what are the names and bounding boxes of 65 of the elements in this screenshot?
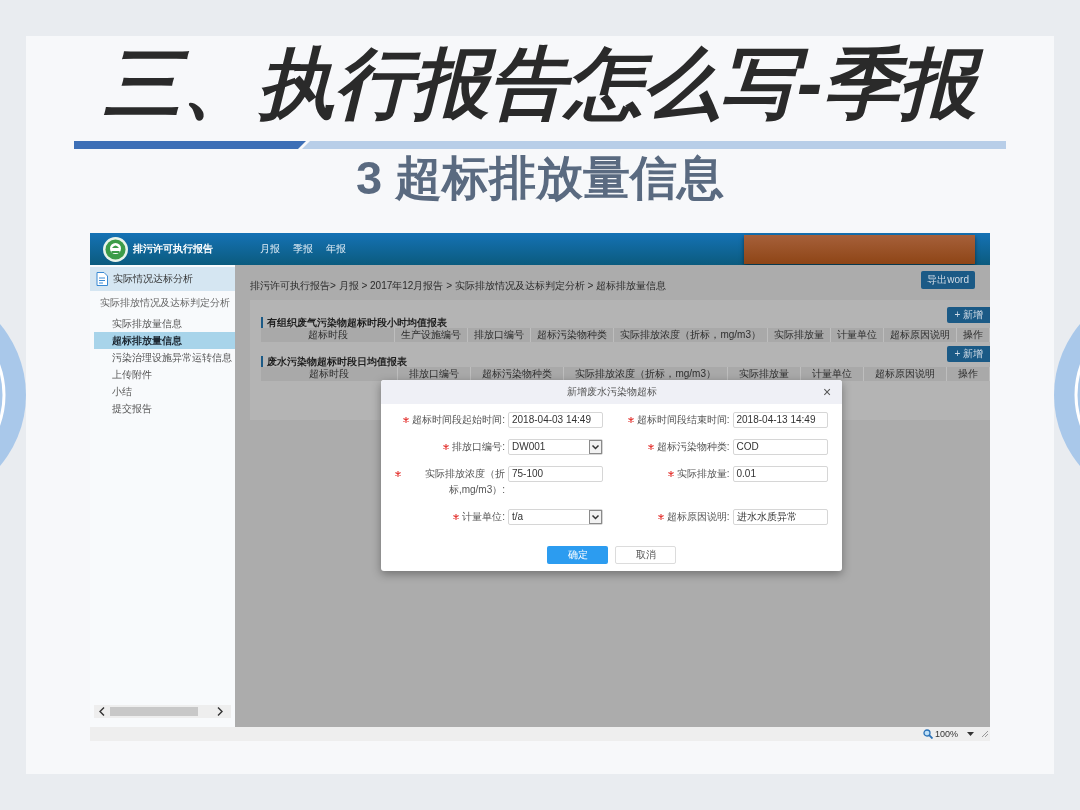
input-field[interactable]: 0.01	[732, 466, 828, 482]
cancel-button[interactable]: 取消	[615, 546, 676, 564]
input-field[interactable]: 2018-04-13 14:49	[732, 412, 828, 428]
field-label: 实际排放量:	[676, 467, 730, 481]
field-label: 超标时间段结束时间:	[636, 413, 730, 427]
sidebar-item[interactable]: 上传附件	[90, 366, 235, 383]
document-icon	[96, 272, 108, 286]
sidebar-item[interactable]: 实际排放量信息	[90, 315, 235, 332]
sidebar-group-label: 实际排放情况及达标判定分析	[99, 296, 231, 310]
chevron-down-icon	[589, 440, 602, 454]
column-header: 超标原因说明	[884, 328, 957, 342]
caret-icon[interactable]	[967, 732, 974, 736]
magnifier-icon	[922, 729, 933, 739]
sidebar-item[interactable]: 污染治理设施异常运转信息	[90, 349, 235, 366]
column-header: 超标时段	[261, 328, 396, 342]
add-button[interactable]: + 新增	[947, 307, 990, 323]
field-label: 排放口编号:	[452, 440, 505, 454]
sidebar-item[interactable]: 小结	[90, 383, 235, 400]
close-button[interactable]: ×	[820, 384, 834, 400]
input-field[interactable]: 75-100	[508, 466, 603, 482]
resize-grip-icon	[982, 731, 988, 737]
chevron-left-icon[interactable]	[99, 707, 105, 716]
column-header: 计量单位	[831, 328, 884, 342]
column-header: 排放口编号	[468, 328, 532, 342]
column-header: 计量单位	[801, 367, 864, 381]
field-label: 超标污染物种类:	[656, 440, 730, 454]
column-header: 实际排放浓度（折标，mg/m3）	[564, 367, 728, 381]
slide-title: 三、执行报告怎么写-季报	[93, 38, 987, 128]
chevron-down-icon	[589, 510, 602, 524]
sidebar-item[interactable]: 超标排放量信息	[94, 332, 235, 349]
slide-subtitle: 3 超标排放量信息	[355, 154, 725, 201]
zoom-level[interactable]: 100%	[934, 728, 958, 740]
input-field[interactable]: 2018-04-03 14:49	[508, 412, 603, 428]
column-header: 操作	[957, 328, 990, 342]
column-header: 超标原因说明	[864, 367, 947, 381]
column-header: 超标污染物种类	[531, 328, 615, 342]
input-field[interactable]: 进水水质异常	[732, 509, 828, 525]
select-field[interactable]: t/a	[508, 509, 603, 525]
sidebar-section-title: 实际情况达标分析	[113, 272, 193, 286]
column-header: 超标时段	[261, 367, 399, 381]
column-header: 实际排放浓度（折标，mg/m3）	[614, 328, 768, 342]
column-header: 操作	[947, 367, 990, 381]
emblem-icon	[103, 237, 128, 262]
export-word-button[interactable]: 导出word	[921, 271, 975, 289]
chevron-right-icon[interactable]	[217, 707, 223, 716]
nav-tab[interactable]: 季报	[293, 242, 313, 256]
dialog-title: 新增废水污染物超标	[566, 385, 657, 399]
field-label: 计量单位:	[462, 510, 505, 524]
scrollbar-thumb[interactable]	[110, 707, 198, 716]
field-label: 超标时间段起始时间:	[412, 413, 505, 427]
column-header: 生产设施编号	[395, 328, 469, 342]
column-header: 超标污染物种类	[471, 367, 565, 381]
input-field[interactable]: COD	[732, 439, 828, 455]
add-button[interactable]: + 新增	[947, 346, 990, 362]
app-title: 排污许可执行报告	[133, 242, 213, 256]
select-field[interactable]: DW001	[508, 439, 603, 455]
breadcrumb-text: 排污许可执行报告> 月报 > 2017年12月报告 > 实际排放情况及达标判定分析 > 超标排放量信息	[250, 279, 667, 293]
nav-tab[interactable]: 年报	[326, 242, 346, 256]
nav-tab[interactable]: 月报	[260, 242, 280, 256]
column-header: 排放口编号	[398, 367, 472, 381]
column-header: 实际排放量	[768, 328, 831, 342]
sidebar-item[interactable]: 提交报告	[90, 400, 235, 417]
field-label: 超标原因说明:	[666, 510, 730, 524]
column-header: 实际排放量	[728, 367, 801, 381]
field-label: 实际排放浓度（折标,mg/m3）:	[424, 467, 505, 497]
